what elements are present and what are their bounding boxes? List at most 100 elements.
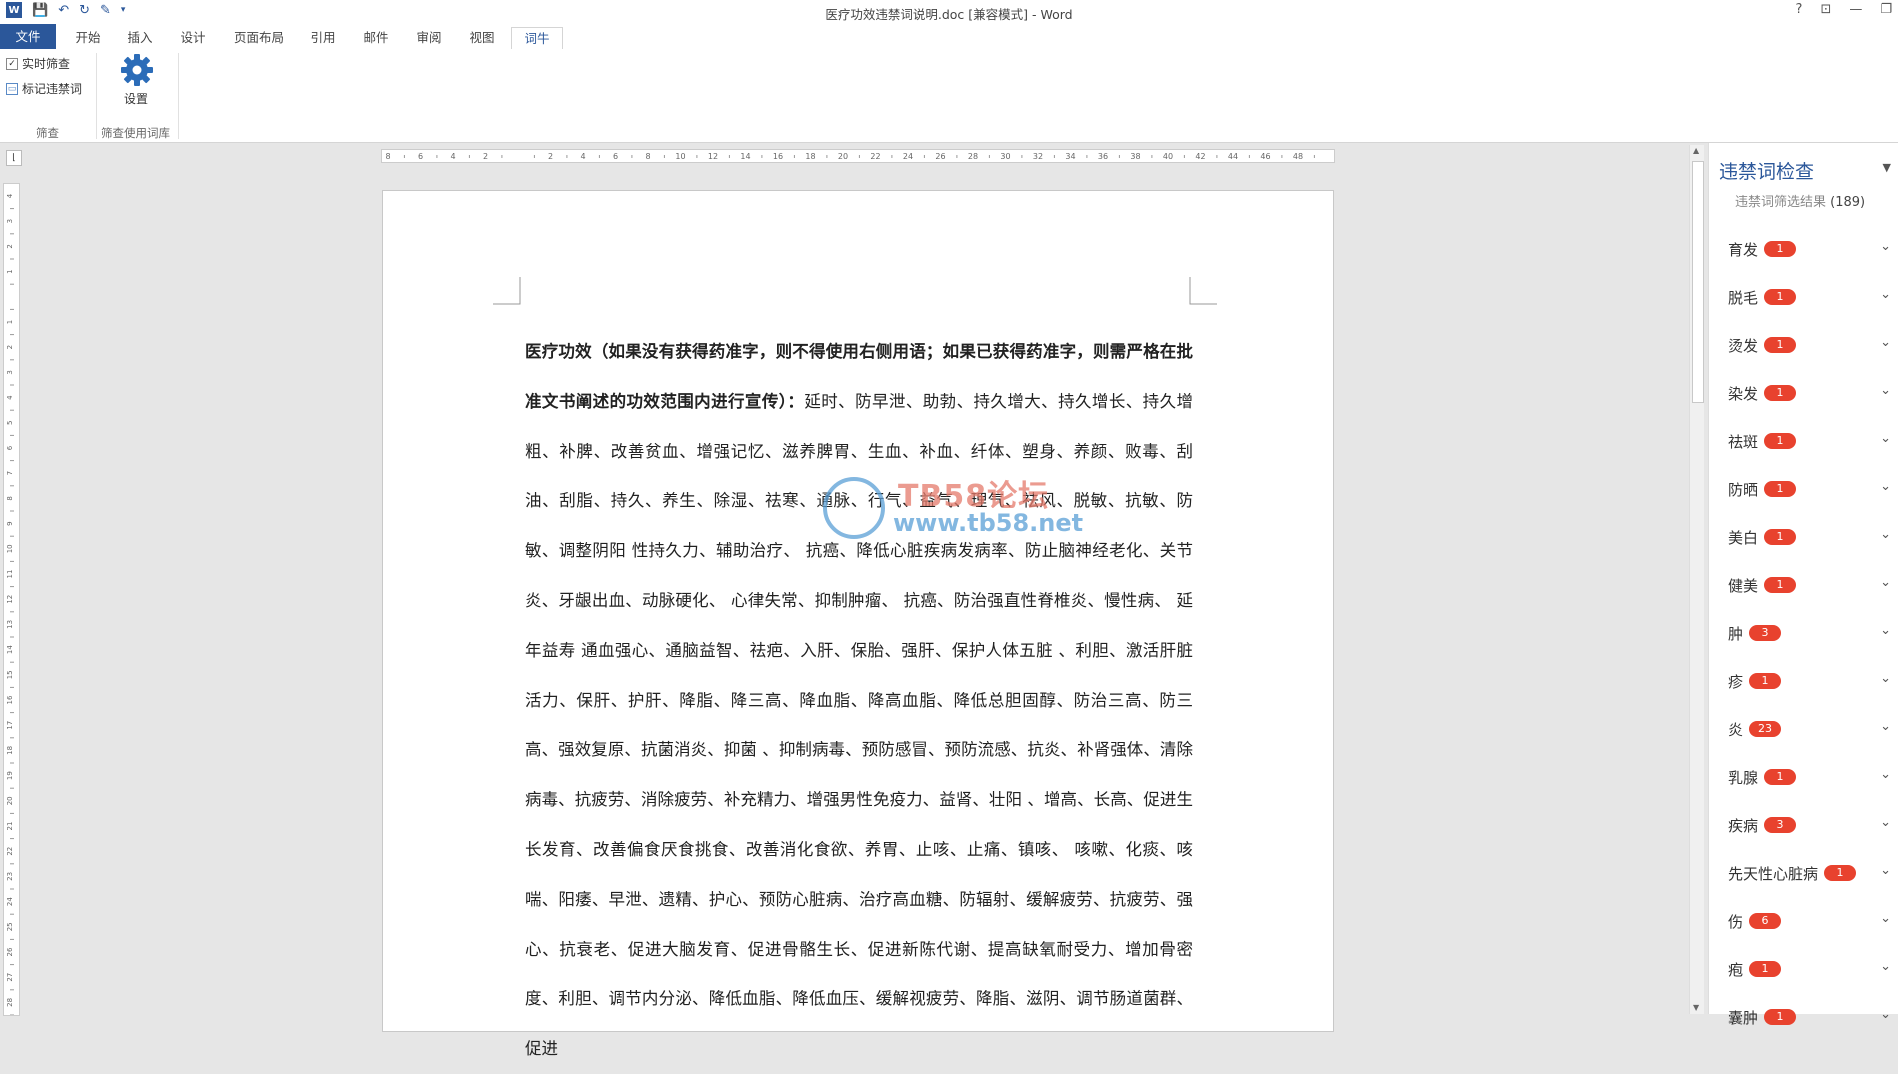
tab-home[interactable]: 开始 xyxy=(70,27,106,49)
forbidden-word-item[interactable]: 脱毛 1 ⌄ xyxy=(1709,273,1898,321)
forbidden-word-item[interactable]: 防晒 1 ⌄ xyxy=(1709,465,1898,513)
count-badge: 1 xyxy=(1749,961,1782,977)
forbidden-word-label: 囊肿 xyxy=(1728,1008,1759,1027)
tab-view[interactable]: 视图 xyxy=(464,27,500,49)
forbidden-word-label: 炎 xyxy=(1728,720,1744,739)
forbidden-word-item[interactable]: 乳腺 1 ⌄ xyxy=(1709,753,1898,801)
forbidden-word-item[interactable]: 先天性心脏病 1 ⌄ xyxy=(1709,849,1898,897)
count-badge: 3 xyxy=(1749,625,1782,641)
ruler-tick-label: 11 xyxy=(6,570,14,579)
forbidden-word-label: 乳腺 xyxy=(1728,768,1759,787)
watermark-line2: www.tb58.net xyxy=(893,509,1084,537)
vertical-ruler-ticks: 4321123456789101112131415161718192021222… xyxy=(6,193,14,1016)
forbidden-word-item[interactable]: 伤 6 ⌄ xyxy=(1709,897,1898,945)
scroll-down-icon[interactable]: ▼ xyxy=(1693,1003,1699,1012)
chevron-down-icon[interactable]: ⌄ xyxy=(1880,671,1891,686)
tab-mailings[interactable]: 邮件 xyxy=(358,27,394,49)
document-body[interactable]: 医疗功效（如果没有获得药准字，则不得使用右侧用语；如果已获得药准字，则需严格在批… xyxy=(525,327,1193,1074)
chevron-down-icon[interactable]: ⌄ xyxy=(1880,575,1891,590)
chevron-down-icon[interactable]: ⌄ xyxy=(1880,527,1891,542)
ruler-tick-label: 28 xyxy=(968,152,978,161)
forbidden-word-label: 疱 xyxy=(1728,960,1744,979)
ribbon-display-button[interactable]: ⊡ xyxy=(1820,2,1831,17)
tab-design[interactable]: 设计 xyxy=(175,27,211,49)
tab-references[interactable]: 引用 xyxy=(305,27,341,49)
ruler-tick-label: 8 xyxy=(645,152,650,161)
forbidden-word-label: 肿 xyxy=(1728,624,1744,643)
tab-file[interactable]: 文件 xyxy=(0,24,56,49)
chevron-down-icon[interactable]: ⌄ xyxy=(1880,767,1891,782)
chevron-down-icon[interactable]: ⌄ xyxy=(1880,335,1891,350)
forbidden-word-item[interactable]: 疱 1 ⌄ xyxy=(1709,945,1898,993)
help-button[interactable]: ? xyxy=(1796,2,1803,17)
forbidden-word-item[interactable]: 肿 3 ⌄ xyxy=(1709,609,1898,657)
forbidden-word-item[interactable]: 健美 1 ⌄ xyxy=(1709,561,1898,609)
chevron-down-icon[interactable]: ⌄ xyxy=(1880,431,1891,446)
gear-icon[interactable] xyxy=(120,53,154,87)
chevron-down-icon[interactable]: ⌄ xyxy=(1880,719,1891,734)
ruler-tick-label: 20 xyxy=(6,796,14,805)
ruler-tick-label: 16 xyxy=(6,695,14,704)
ruler-tick-label: 27 xyxy=(6,973,14,982)
ruler-tick-label: 6 xyxy=(613,152,618,161)
forbidden-word-item[interactable]: 祛斑 1 ⌄ xyxy=(1709,417,1898,465)
chevron-down-icon[interactable]: ⌄ xyxy=(1880,623,1891,638)
tab-stop-selector[interactable]: ⌊ xyxy=(6,150,22,166)
chevron-down-icon[interactable]: ⌄ xyxy=(1880,287,1891,302)
tab-review[interactable]: 审阅 xyxy=(411,27,447,49)
vertical-scrollbar[interactable]: ▲ ▼ xyxy=(1689,145,1704,1014)
minimize-button[interactable]: — xyxy=(1849,2,1862,17)
forbidden-word-list: 育发 1 ⌄ 脱毛 1 ⌄ 烫发 1 ⌄ 染发 1 ⌄ 祛斑 1 ⌄ 防晒 1 ⌄ 美白 1 ⌄ 健美 1 ⌄ 肿 3 ⌄ 疹 1 ⌄ 炎 2… xyxy=(1709,225,1898,1041)
ribbon-tabs: 文件 开始 插入 设计 页面布局 引用 邮件 审阅 视图 词牛 xyxy=(0,24,1898,51)
panel-menu-icon[interactable]: ▼ xyxy=(1883,161,1891,174)
ruler-tick-label: 16 xyxy=(773,152,783,161)
tab-page-layout[interactable]: 页面布局 xyxy=(228,27,290,49)
chevron-down-icon[interactable]: ⌄ xyxy=(1880,479,1891,494)
chevron-down-icon[interactable]: ⌄ xyxy=(1880,911,1891,926)
count-badge: 1 xyxy=(1764,337,1797,353)
scrollbar-thumb[interactable] xyxy=(1692,161,1704,403)
chevron-down-icon[interactable]: ⌄ xyxy=(1880,815,1891,830)
forbidden-word-item[interactable]: 烫发 1 ⌄ xyxy=(1709,321,1898,369)
ruler-tick-label: 12 xyxy=(6,595,14,604)
chevron-down-icon[interactable]: ⌄ xyxy=(1880,1007,1891,1022)
ruler-tick-label: 23 xyxy=(6,872,14,881)
chevron-down-icon[interactable]: ⌄ xyxy=(1880,239,1891,254)
mark-words-button[interactable]: ▭ 标记违禁词 xyxy=(6,80,82,97)
scroll-up-icon[interactable]: ▲ xyxy=(1693,146,1699,155)
count-badge: 1 xyxy=(1764,433,1797,449)
forbidden-word-item[interactable]: 美白 1 ⌄ xyxy=(1709,513,1898,561)
ruler-tick-label: 22 xyxy=(870,152,880,161)
realtime-filter-checkbox[interactable]: ✓ 实时筛查 xyxy=(6,55,70,72)
ruler-tick-label: 28 xyxy=(6,998,14,1007)
forbidden-word-item[interactable]: 染发 1 ⌄ xyxy=(1709,369,1898,417)
chevron-down-icon[interactable]: ⌄ xyxy=(1880,959,1891,974)
forbidden-word-item[interactable]: 疹 1 ⌄ xyxy=(1709,657,1898,705)
forbidden-word-item[interactable]: 囊肿 1 ⌄ xyxy=(1709,993,1898,1041)
ruler-tick-label: 14 xyxy=(6,645,14,654)
restore-button[interactable]: ❐ xyxy=(1880,2,1892,17)
forbidden-word-item[interactable]: 育发 1 ⌄ xyxy=(1709,225,1898,273)
ruler-tick-label: 17 xyxy=(6,721,14,730)
ruler-tick-label: 22 xyxy=(6,847,14,856)
settings-button[interactable]: 设置 xyxy=(124,90,148,107)
ruler-tick-label: 44 xyxy=(1228,152,1238,161)
ruler-tick-label: 4 xyxy=(450,152,455,161)
tab-ciniu[interactable]: 词牛 xyxy=(511,27,563,51)
chevron-down-icon[interactable]: ⌄ xyxy=(1880,863,1891,878)
ruler-tick-label: 15 xyxy=(6,670,14,679)
ruler-tick-label: 6 xyxy=(418,152,423,161)
tab-insert[interactable]: 插入 xyxy=(122,27,158,49)
ruler-tick-label: 6 xyxy=(6,445,14,450)
count-badge: 1 xyxy=(1764,1009,1797,1025)
vertical-ruler[interactable]: 4 3 2 1 1 2 3 4 5 6 7 8 9 10 11 12 13 14 15 16 17 18 19 20 21 22 2… xyxy=(3,183,20,1016)
forbidden-word-label: 疹 xyxy=(1728,672,1744,691)
horizontal-ruler[interactable]: 8 6 4 2 2 4 6 8 10 12 14 16 18 20 22 24 26 28 30 32 34 36 38 40… xyxy=(381,149,1335,163)
forbidden-word-item[interactable]: 疾病 3 ⌄ xyxy=(1709,801,1898,849)
group-separator xyxy=(178,53,179,139)
chevron-down-icon[interactable]: ⌄ xyxy=(1880,383,1891,398)
forbidden-word-item[interactable]: 炎 23 ⌄ xyxy=(1709,705,1898,753)
count-badge: 3 xyxy=(1764,817,1797,833)
document-page[interactable]: 医疗功效（如果没有获得药准字，则不得使用右侧用语；如果已获得药准字，则需严格在批… xyxy=(382,190,1334,1058)
ruler-tick-label: 1 xyxy=(6,269,14,273)
